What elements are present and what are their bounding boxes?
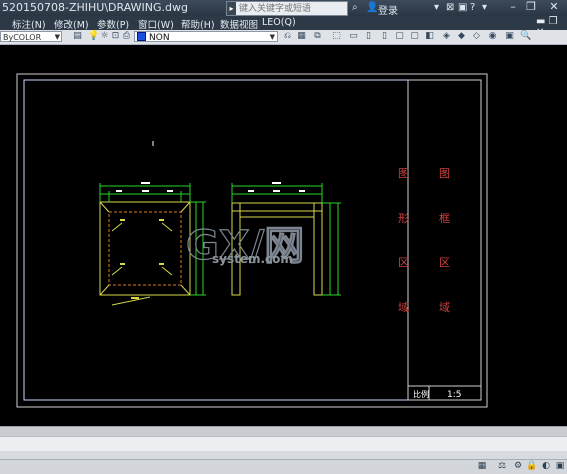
camera-icon[interactable]: ◉: [487, 31, 498, 42]
scale-value: 1:5: [447, 390, 461, 400]
command-line-bottom: [0, 451, 567, 459]
search-expand-icon[interactable]: ▸: [227, 2, 236, 15]
bulb-icon[interactable]: 💡: [88, 31, 99, 42]
view-nw-iso-icon[interactable]: ◇: [471, 31, 482, 42]
view-ne-iso-icon[interactable]: ◆: [456, 31, 467, 42]
scale-label: 比例: [413, 389, 429, 399]
title-left-char-1: 图: [398, 167, 409, 180]
command-input[interactable]: [0, 436, 567, 452]
plan-corner-legs: [99, 201, 191, 296]
help-dropdown-icon[interactable]: ▾: [482, 1, 487, 14]
menu-window[interactable]: 窗口(W): [138, 17, 174, 31]
menu-parametric[interactable]: 参数(P): [97, 17, 129, 31]
view-top-icon[interactable]: ⬚: [331, 31, 342, 42]
model-space-icon[interactable]: ▦: [476, 461, 488, 472]
plan-outline: [99, 201, 191, 296]
community-icon[interactable]: ▣: [458, 1, 467, 14]
print-icon[interactable]: ⎙: [121, 31, 132, 42]
search-box[interactable]: ▸: [226, 1, 348, 16]
command-history: [0, 426, 567, 436]
isolate-icon[interactable]: ◐: [540, 461, 552, 472]
drawing-area[interactable]: 比例 1:5 图 形 区 域 图 框 区 域 GX/网 system.com: [0, 45, 567, 426]
title-right-char-3: 区: [439, 256, 450, 269]
menu-dimension[interactable]: 标注(N): [12, 17, 46, 31]
lock-ui-icon[interactable]: 🔒: [526, 461, 538, 472]
plan-top-dimensions: [99, 183, 191, 202]
exchange-icon[interactable]: ⊠: [446, 1, 454, 14]
layer-state-icon[interactable]: ▦: [296, 31, 307, 42]
watermark: GX/网 system.com: [185, 222, 304, 269]
workspace-icon[interactable]: ⚙: [512, 461, 524, 472]
layer-name-value: NON: [149, 33, 170, 43]
sun-icon[interactable]: ☼: [99, 31, 110, 42]
title-bar: 520150708-ZHIHU\DRAWING.dwg ▸ ⌕ 👤 登录 ▾ ⊠…: [0, 0, 567, 17]
help-icon[interactable]: ?: [470, 1, 475, 14]
minimize-button[interactable]: –: [505, 0, 521, 14]
layer-properties-icon[interactable]: ▤: [72, 31, 83, 42]
zoom-icon[interactable]: 🔍: [520, 31, 531, 42]
lock-icon[interactable]: ⊡: [110, 31, 121, 42]
layer-match-icon[interactable]: ⧉: [312, 31, 323, 42]
view-left-icon[interactable]: ▯: [363, 31, 374, 42]
menu-data-view[interactable]: 数据视图: [220, 17, 258, 31]
view-manager-icon[interactable]: ▣: [504, 31, 515, 42]
layer-previous-icon[interactable]: ⎌: [282, 31, 293, 42]
restore-button[interactable]: ❐: [523, 0, 539, 14]
layer-name-dropdown[interactable]: NON ▼: [134, 31, 278, 43]
search-input[interactable]: [237, 2, 347, 15]
title-left-char-3: 区: [398, 256, 409, 269]
view-back-icon[interactable]: ▢: [409, 31, 420, 42]
view-bottom-icon[interactable]: ▭: [348, 31, 359, 42]
menu-bar: 标注(N) 修改(M) 参数(P) 窗口(W) 帮助(H) 数据视图 LEO(Q…: [0, 16, 567, 38]
view-sw-iso-icon[interactable]: ◧: [424, 31, 435, 42]
menu-help[interactable]: 帮助(H): [181, 17, 215, 31]
title-left-char-2: 形: [398, 212, 409, 225]
view-right-icon[interactable]: ▯: [379, 31, 390, 42]
title-block: [407, 79, 482, 401]
title-right-char-1: 图: [439, 167, 450, 180]
status-bar: ▦ ⚖ ⚙ 🔒 ◐ ▣: [0, 459, 567, 474]
view-front-icon[interactable]: ▢: [394, 31, 405, 42]
elevation-top-board: [231, 202, 323, 212]
plan-dimension-text: [116, 182, 173, 192]
layer-dropdown[interactable]: ByCOLOR ▼: [0, 31, 62, 42]
chevron-down-icon: ▼: [54, 33, 60, 41]
title-left-char-4: 域: [398, 301, 409, 314]
dropdown-arrow-icon[interactable]: ▾: [434, 1, 439, 14]
view-se-iso-icon[interactable]: ◈: [441, 31, 452, 42]
chevron-down-icon: ▼: [269, 33, 275, 41]
watermark-domain: system.com: [212, 252, 293, 266]
properties-toolbar: ByCOLOR ▼ ▤ 💡 ☼ ⊡ ⎙ NON ▼ ⎌ ▦ ⧉ ⬚ ▭ ▯ ▯ …: [0, 30, 567, 45]
color-swatch-icon: [137, 32, 146, 41]
login-link[interactable]: 登录: [378, 2, 398, 17]
title-right-char-2: 框: [439, 212, 450, 225]
layer-value: ByCOLOR: [3, 33, 42, 42]
plan-labels: [120, 219, 164, 299]
elevation-dimension-text: [248, 182, 305, 192]
window-title: 520150708-ZHIHU\DRAWING.dwg: [2, 1, 188, 14]
elevation-right-leg: [313, 202, 323, 296]
user-icon[interactable]: 👤: [366, 1, 378, 14]
binoculars-icon[interactable]: ⌕: [352, 1, 358, 14]
clean-screen-icon[interactable]: ▣: [554, 461, 566, 472]
close-button[interactable]: ✕: [543, 0, 565, 14]
drawing-svg: 比例 1:5 图 形 区 域 图 框 区 域 GX/网 system.com: [16, 73, 488, 408]
menu-leo[interactable]: LEO(Q): [262, 17, 296, 28]
title-right-char-4: 域: [439, 301, 450, 314]
menu-modify[interactable]: 修改(M): [54, 17, 89, 31]
annotation-scale-icon[interactable]: ⚖: [496, 461, 508, 472]
